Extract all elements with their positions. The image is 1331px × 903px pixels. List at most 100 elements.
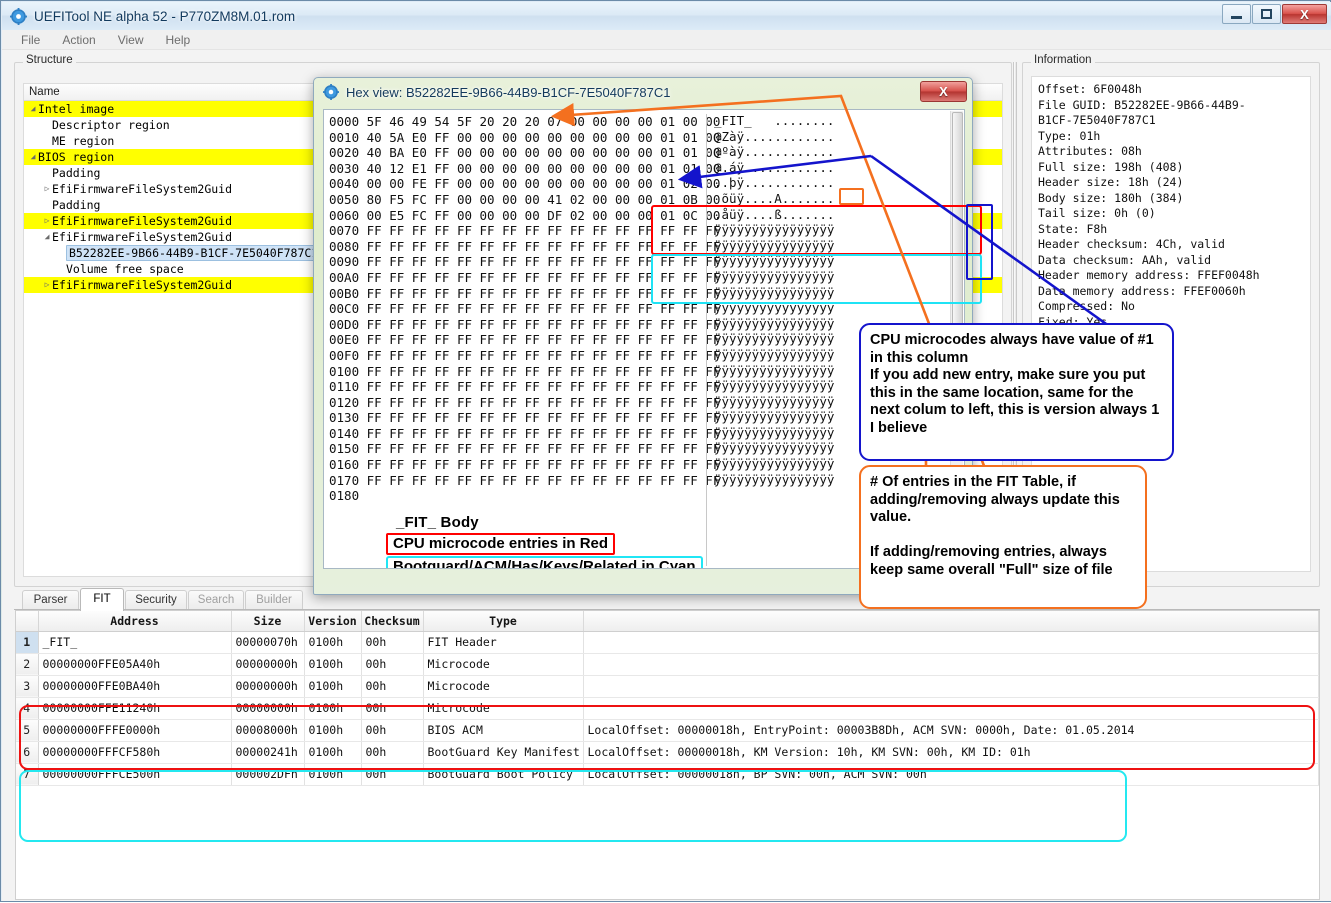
fit-cell-size: 00000000h <box>231 697 305 720</box>
tree-item-label: Volume free space <box>66 262 184 276</box>
menu-item-file[interactable]: File <box>10 31 51 49</box>
hex-offset: 0140 <box>329 425 360 441</box>
menu-item-action[interactable]: Action <box>51 31 106 49</box>
fit-table-row[interactable]: 4 00000000FFE11240h 00000000h 0100h 00h Micro… <box>16 697 1319 720</box>
hex-ascii-row: õüÿ....A....... <box>714 190 835 206</box>
hex-ascii-row: ÿÿÿÿÿÿÿÿÿÿÿÿÿÿÿÿ <box>714 268 835 284</box>
hex-offset: 0100 <box>329 363 360 379</box>
expand-collapse-down-icon[interactable]: ◢ <box>28 101 38 117</box>
expand-collapse-down-icon[interactable]: ◢ <box>42 229 52 245</box>
fit-table-row[interactable]: 3 00000000FFE0BA40h 00000000h 0100h 00h Micro… <box>16 675 1319 698</box>
hex-offset: 0160 <box>329 457 360 473</box>
fit-table-row[interactable]: 2 00000000FFE05A40h 00000000h 0100h 00h Micro… <box>16 653 1319 676</box>
menu-item-help[interactable]: Help <box>155 31 202 49</box>
app-gear-icon <box>10 7 27 25</box>
red-legend-label: CPU microcode entries in Red <box>386 533 616 555</box>
blue-annotation-note: CPU microcodes always have value of #1 i… <box>859 323 1174 461</box>
expand-collapse-right-icon[interactable]: ▷ <box>42 181 52 197</box>
fit-cell-address: 00000000FFE11240h <box>38 697 232 720</box>
tab-search: Search <box>188 590 244 610</box>
fit-cell-size: 00000000h <box>231 675 305 698</box>
fit-row-number: 7 <box>16 763 39 786</box>
fit-cell-address: _FIT_ <box>38 631 232 654</box>
tree-item-label: BIOS region <box>38 150 115 164</box>
tree-item-label: Padding <box>52 166 101 180</box>
fit-cell-size: 00000070h <box>231 631 305 654</box>
hex-bytes: 40 12 E1 FF 00 00 00 00 00 00 00 00 00 0… <box>366 160 721 176</box>
info-line: Data memory address: FFEF0060h <box>1038 283 1246 298</box>
fit-cell-checksum: 00h <box>361 653 424 676</box>
fit-column-header[interactable]: Version <box>304 611 362 632</box>
hex-offset: 00A0 <box>329 269 360 285</box>
tree-item-label: Padding <box>52 198 101 212</box>
tree-item-label: EfiFirmwareFileSystem2Guid <box>52 278 233 292</box>
cyan-legend-label: Bootguard/ACM/Has/Keys/Related in Cyan <box>386 556 703 568</box>
expand-collapse-right-icon[interactable]: ▷ <box>42 277 52 293</box>
info-line: Body size: 180h (384) <box>1038 190 1184 205</box>
tree-item-label: Intel image <box>38 102 115 116</box>
fit-cell-type: BootGuard Boot Policy <box>423 763 584 786</box>
hex-ascii-row: _FIT_ ........ <box>714 113 835 128</box>
expand-collapse-right-icon[interactable]: ▷ <box>42 213 52 229</box>
hex-view-close-button[interactable]: X <box>920 81 967 102</box>
hex-bytes: FF FF FF FF FF FF FF FF FF FF FF FF FF F… <box>366 269 721 285</box>
fit-cell-checksum: 00h <box>361 741 424 764</box>
fit-column-header[interactable]: Type <box>423 611 584 632</box>
fit-cell-version: 0100h <box>304 697 362 720</box>
hex-offset: 0130 <box>329 410 360 426</box>
tab-fit[interactable]: FIT <box>80 588 124 611</box>
fit-cell-details: LocalOffset: 00000018h, KM Version: 10h,… <box>583 741 1319 764</box>
hex-bytes: 5F 46 49 54 5F 20 20 20 07 00 00 00 00 0… <box>366 114 721 129</box>
hex-bytes: 80 F5 FC FF 00 00 00 00 41 02 00 00 00 0… <box>366 191 721 207</box>
fit-table-container[interactable]: Address Size Version Checksum Type 1 _FIT_ 000… <box>15 610 1320 900</box>
hex-offset: 0120 <box>329 394 360 410</box>
fit-column-header[interactable] <box>16 611 39 632</box>
fit-column-header[interactable]: Address <box>38 611 232 632</box>
fit-cell-checksum: 00h <box>361 675 424 698</box>
fit-cell-version: 0100h <box>304 675 362 698</box>
fit-cell-size: 00000241h <box>231 741 305 764</box>
tab-parser[interactable]: Parser <box>22 590 79 610</box>
minimize-button[interactable] <box>1222 4 1251 24</box>
fit-column-header[interactable]: Checksum <box>361 611 424 632</box>
fit-cell-version: 0100h <box>304 653 362 676</box>
hex-offset: 00D0 <box>329 316 360 332</box>
close-button[interactable]: X <box>1282 4 1327 24</box>
hex-ascii-row: .åüÿ....ß....... <box>714 206 835 222</box>
maximize-button[interactable] <box>1252 4 1281 24</box>
fit-cell-checksum: 00h <box>361 697 424 720</box>
hex-bytes: FF FF FF FF FF FF FF FF FF FF FF FF FF F… <box>366 457 721 473</box>
fit-cell-size: 00000000h <box>231 653 305 676</box>
hex-offset: 0090 <box>329 254 360 270</box>
hex-ascii-row: @Zàÿ............ <box>714 128 835 144</box>
tab-security[interactable]: Security <box>125 590 187 610</box>
fit-column-header[interactable] <box>583 611 1319 632</box>
hex-offset: 0150 <box>329 441 360 457</box>
hex-offset: 0170 <box>329 472 360 488</box>
fit-row-number: 3 <box>16 675 39 698</box>
menu-item-view[interactable]: View <box>107 31 155 49</box>
hex-offset: 0060 <box>329 207 360 223</box>
expand-collapse-down-icon[interactable]: ◢ <box>28 149 38 165</box>
hex-offset: 00B0 <box>329 285 360 301</box>
fit-cell-address: 00000000FFFE0000h <box>38 719 232 742</box>
fit-table-row[interactable]: 7 00000000FFFCE500h 000002DFh 0100h 00h BootG… <box>16 763 1319 786</box>
fit-table-row[interactable]: 1 _FIT_ 00000070h 0100h 00h FIT Header <box>16 631 1319 654</box>
hex-ascii-row: ÿÿÿÿÿÿÿÿÿÿÿÿÿÿÿÿ <box>714 237 835 253</box>
fit-cell-version: 0100h <box>304 719 362 742</box>
tab-builder: Builder <box>245 590 303 610</box>
info-line: Offset: 6F0048h <box>1038 82 1142 96</box>
fit-cell-type: Microcode <box>423 697 584 720</box>
hex-offset: 0000 <box>329 114 360 129</box>
fit-table-row[interactable]: 5 00000000FFFE0000h 00008000h 0100h 00h BIOS … <box>16 719 1319 742</box>
info-line: Attributes: 08h <box>1038 144 1142 158</box>
info-line: File GUID: B52282EE-9B66-44B9- <box>1038 97 1246 112</box>
fit-column-header[interactable]: Size <box>231 611 305 632</box>
info-line: Data checksum: AAh, valid <box>1038 252 1212 267</box>
hex-offset: 0030 <box>329 160 360 176</box>
fit-cell-size: 000002DFh <box>231 763 305 786</box>
hex-offset: 0180 <box>329 488 360 504</box>
title-bar: UEFITool NE alpha 52 - P770ZM8M.01.rom X <box>2 2 1331 30</box>
fit-table-row[interactable]: 6 00000000FFFCF580h 00000241h 0100h 00h BootG… <box>16 741 1319 764</box>
fit-cell-checksum: 00h <box>361 763 424 786</box>
